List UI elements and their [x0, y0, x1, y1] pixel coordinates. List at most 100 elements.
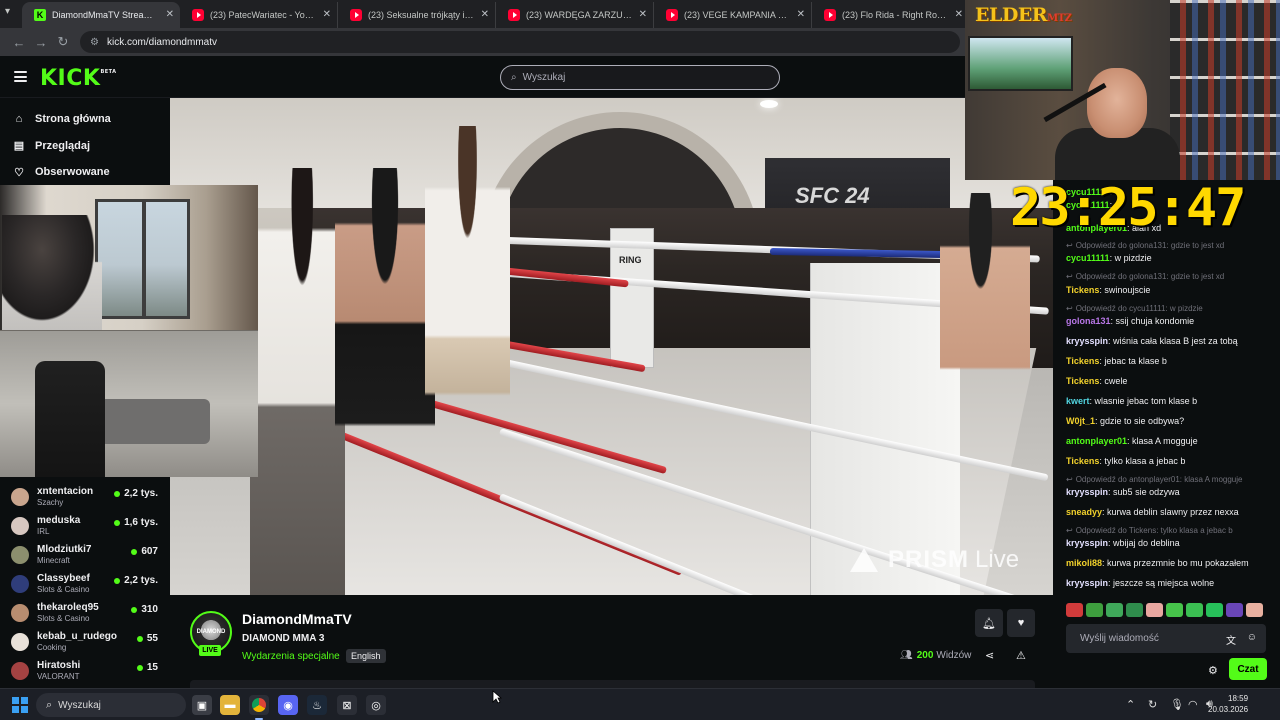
emote-icon[interactable]: [1086, 603, 1103, 617]
sidebar-nav-item[interactable]: ▤ Przeglądaj: [0, 133, 170, 160]
followed-channel[interactable]: xntentacion Szachy 2,2 tys.: [0, 482, 170, 511]
chat-reply-context: ↩ Odpowiedź do Tickens: tylko klasa a jeb…: [1066, 526, 1233, 535]
chat-message: kryysspin: wiśnia cała klasa B jest za t…: [1066, 336, 1238, 346]
chat-username[interactable]: Tickens: [1066, 456, 1099, 466]
chat-username[interactable]: kryysspin: [1066, 336, 1108, 346]
emote-icon[interactable]: [1066, 603, 1083, 617]
chat-username[interactable]: cycu11111: [1066, 253, 1110, 263]
tray-sync-icon[interactable]: ↻: [1148, 698, 1157, 711]
followed-channel[interactable]: Hiratoshi VALORANT 15: [0, 656, 170, 685]
taskbar-search[interactable]: ⌕ Wyszukaj: [36, 693, 186, 717]
followed-channel[interactable]: Mlodziutki7 Minecraft 607: [0, 540, 170, 569]
search-input[interactable]: ⌕ Wyszukaj: [500, 65, 780, 90]
chat-input[interactable]: Wyślij wiadomość 文 ☺: [1066, 624, 1266, 653]
emote-icon[interactable]: [1186, 603, 1203, 617]
reload-icon[interactable]: ↻: [52, 31, 74, 53]
close-tab-icon[interactable]: ✕: [481, 9, 489, 20]
channel-category: Slots & Casino: [37, 584, 90, 594]
chat-username[interactable]: kryysspin: [1066, 487, 1108, 497]
discord-icon[interactable]: ◉: [278, 695, 298, 715]
task-view-icon[interactable]: ▣: [192, 695, 212, 715]
viewer-count: 607: [131, 546, 158, 557]
sidebar-nav-item[interactable]: ♡ Obserwowane: [0, 159, 170, 186]
site-info-icon[interactable]: ⚙: [90, 37, 99, 48]
chat-username[interactable]: golona131: [1066, 316, 1111, 326]
emote-icon[interactable]: [1126, 603, 1143, 617]
close-tab-icon[interactable]: ✕: [166, 9, 174, 20]
tab-title: (23) WARDĘGA ZARZUCA SZAL: [526, 10, 633, 20]
chat-username[interactable]: Tickens: [1066, 376, 1099, 386]
emote-bar: [1066, 603, 1263, 617]
info-panel-edge: [190, 680, 1035, 688]
emote-icon[interactable]: [1206, 603, 1223, 617]
chat-send-button[interactable]: Czat: [1229, 658, 1267, 680]
follow-button[interactable]: ♥: [1007, 609, 1035, 637]
video-player[interactable]: SFC 24 RING PRISM Live: [170, 98, 1053, 595]
chat-settings-icon[interactable]: ⚙: [1208, 664, 1218, 677]
emote-icon[interactable]: [1246, 603, 1263, 617]
chat-username[interactable]: Tickens: [1066, 285, 1099, 295]
system-clock[interactable]: 18:59 20.03.2026: [1208, 694, 1248, 716]
channel-name[interactable]: DiamondMmaTV: [242, 611, 352, 627]
steam-icon[interactable]: ♨: [307, 695, 327, 715]
app-window-icon[interactable]: ⊠: [337, 695, 357, 715]
translate-icon[interactable]: 文: [1226, 632, 1236, 647]
browser-tab[interactable]: K DiamondMmaTV Stream - Wa ✕: [22, 2, 180, 28]
obs-icon[interactable]: ◎: [366, 695, 386, 715]
tab-search-icon[interactable]: ▾: [5, 6, 19, 20]
close-tab-icon[interactable]: ✕: [955, 9, 963, 20]
address-bar[interactable]: ⚙ kick.com/diamondmmatv: [80, 31, 960, 53]
report-icon[interactable]: ⚠: [1016, 649, 1026, 662]
emote-icon[interactable]: [1166, 603, 1183, 617]
menu-icon[interactable]: [14, 71, 27, 82]
chat-message: Tickens: cwele: [1066, 376, 1127, 386]
ring-logo-text: RING: [619, 255, 642, 265]
chat-username[interactable]: kwert: [1066, 396, 1090, 406]
file-explorer-icon[interactable]: ▬: [220, 695, 240, 715]
browser-tab[interactable]: (23) PatecWariatec - YouTube ✕: [180, 2, 338, 28]
viewers-icon: 👥︎: [900, 650, 913, 661]
stream-category[interactable]: Wydarzenia specjalne: [242, 651, 340, 662]
chat-username[interactable]: kryysspin: [1066, 578, 1108, 588]
search-icon: ⌕: [46, 698, 53, 711]
browser-tab[interactable]: (23) Flo Rida - Right Round (fea ✕: [812, 2, 970, 28]
chat-username[interactable]: mikoli88: [1066, 558, 1102, 568]
chat-username[interactable]: W0jt_1: [1066, 416, 1095, 426]
chrome-icon[interactable]: [249, 695, 269, 720]
back-icon[interactable]: ←: [8, 31, 30, 53]
chat-username[interactable]: antonplayer01: [1066, 436, 1127, 446]
chat-text: kurwa przezmnie bo mu pokazałem: [1107, 558, 1249, 568]
emote-icon[interactable]: [1106, 603, 1123, 617]
wifi-icon[interactable]: ◠: [1188, 698, 1198, 711]
browser-tab[interactable]: (23) Seksualne trójkąty i krwaw ✕: [338, 2, 496, 28]
sidebar-nav-item[interactable]: ⌂ Strona główna: [0, 106, 170, 133]
windows-start-icon[interactable]: [12, 697, 28, 713]
followed-channel[interactable]: Classybeef Slots & Casino 2,2 tys.: [0, 569, 170, 598]
notification-bell-button[interactable]: 🔔︎: [975, 609, 1003, 637]
kick-logo[interactable]: KICKBETA: [40, 66, 117, 91]
followed-channel[interactable]: kebab_u_rudego Cooking 55: [0, 627, 170, 656]
webcam-room-bottom: [0, 331, 258, 477]
kick-header: KICKBETA ⌕ Wyszukaj: [0, 56, 965, 98]
chat-username[interactable]: kryysspin: [1066, 538, 1108, 548]
chat-username[interactable]: Tickens: [1066, 356, 1099, 366]
browser-tab[interactable]: (23) WARDĘGA ZARZUCA SZAL ✕: [496, 2, 654, 28]
browser-tab[interactable]: (23) VEGE KAMPANIA CIŚNIENI ✕: [654, 2, 812, 28]
followed-channel[interactable]: meduska IRL 1,6 tys.: [0, 511, 170, 540]
chat-text: w pizdzie: [1114, 253, 1152, 263]
reply-icon: ↩: [1066, 526, 1073, 535]
close-tab-icon[interactable]: ✕: [639, 9, 647, 20]
emoji-icon[interactable]: ☺: [1247, 632, 1257, 643]
tray-overflow-icon[interactable]: ⌃: [1126, 698, 1135, 711]
close-tab-icon[interactable]: ✕: [797, 9, 805, 20]
emote-icon[interactable]: [1226, 603, 1243, 617]
close-tab-icon[interactable]: ✕: [323, 9, 331, 20]
microphone-icon[interactable]: 🎙︎: [1170, 698, 1184, 711]
share-icon[interactable]: ⋖: [985, 649, 994, 662]
language-tag[interactable]: English: [346, 649, 386, 663]
followed-channel[interactable]: thekaroleq95 Slots & Casino 310: [0, 598, 170, 627]
chat-text: klasa A mogguje: [1132, 436, 1198, 446]
forward-icon[interactable]: →: [30, 31, 52, 53]
chat-username[interactable]: sneadyy: [1066, 507, 1102, 517]
emote-icon[interactable]: [1146, 603, 1163, 617]
